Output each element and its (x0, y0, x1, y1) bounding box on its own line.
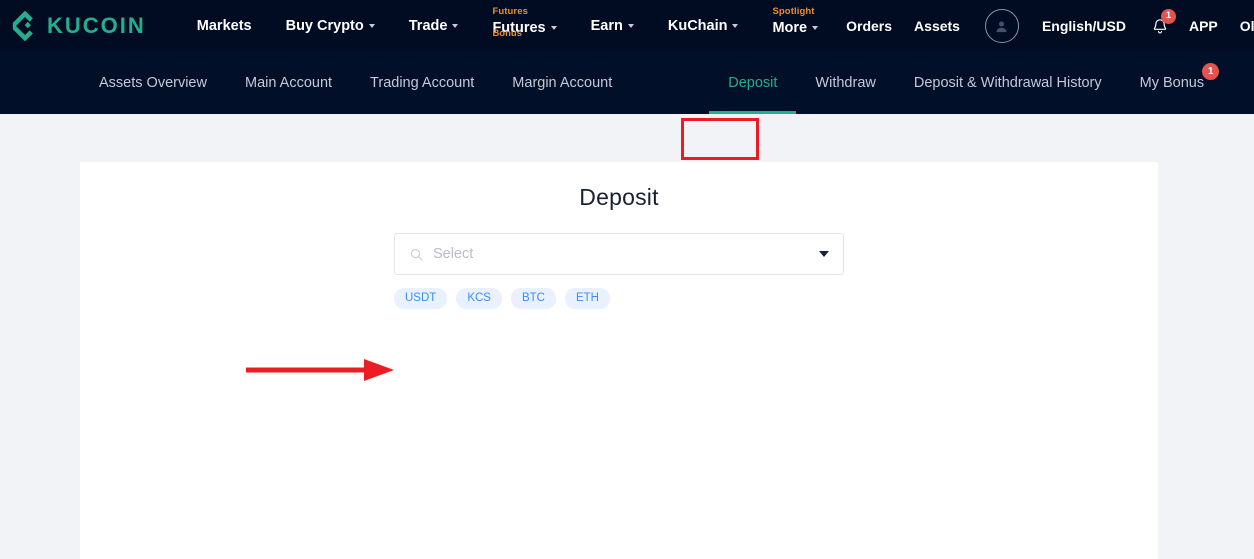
assets-link[interactable]: Assets (903, 18, 971, 34)
notifications-button[interactable]: 1 (1137, 8, 1178, 36)
nav-item-markets[interactable]: Markets (180, 0, 269, 52)
subnav-label: Main Account (244, 75, 333, 91)
chevron-down-icon (732, 24, 739, 28)
kucoin-logo-icon (12, 11, 33, 41)
orders-link[interactable]: Orders (835, 18, 903, 34)
page-body: Deposit Select USDT KCS BTC ETH (0, 114, 1254, 559)
subnav-item-withdraw[interactable]: Withdraw (796, 52, 894, 114)
deposit-card: Deposit Select USDT KCS BTC ETH (80, 162, 1158, 559)
subnav-item-trading-account[interactable]: Trading Account (351, 52, 493, 114)
coin-chip-btc[interactable]: BTC (510, 288, 556, 310)
subnav-item-deposit-withdrawal-history[interactable]: Deposit & Withdrawal History (895, 52, 1121, 114)
subnav-label: Trading Account (370, 75, 475, 91)
nav-label: Earn (590, 18, 623, 34)
user-icon (996, 21, 1007, 32)
chevron-down-icon (368, 24, 375, 28)
main-navigation: Markets Buy Crypto Trade Futures Bonus F… (180, 0, 835, 52)
header-right-group: Orders Assets English/USD 1 APP Old Vers… (835, 8, 1254, 43)
nav-tag-spotlight: Spotlight (772, 6, 815, 17)
nav-label: KuChain (667, 18, 728, 34)
coin-select-wrapper: Select (394, 233, 844, 275)
avatar[interactable] (984, 9, 1019, 43)
subnav-item-my-bonus[interactable]: My Bonus 1 (1121, 52, 1223, 114)
subnav-label: Assets Overview (99, 75, 207, 91)
chevron-down-icon (819, 251, 829, 257)
quick-coin-chips: USDT KCS BTC ETH (394, 288, 610, 310)
subnav-label: Deposit & Withdrawal History (913, 75, 1102, 91)
app-link[interactable]: APP (1178, 18, 1229, 34)
nav-item-more[interactable]: Spotlight More (755, 0, 835, 52)
subnav-label: Deposit (728, 75, 778, 91)
chevron-down-icon (550, 26, 557, 30)
nav-label: Buy Crypto (285, 18, 364, 34)
nav-item-kuchain[interactable]: KuChain (651, 0, 756, 52)
chevron-down-icon (452, 24, 459, 28)
subnav-label: Withdraw (815, 75, 876, 91)
subnav-item-assets-overview[interactable]: Assets Overview (80, 52, 226, 114)
subnav-label: My Bonus (1139, 75, 1205, 91)
nav-tag-futures: Futures (492, 6, 528, 17)
language-currency-selector[interactable]: English/USD (1031, 18, 1137, 34)
subnav-label: Margin Account (512, 75, 613, 91)
nav-item-futures[interactable]: Futures Bonus Futures (475, 0, 573, 52)
nav-item-earn[interactable]: Earn (574, 0, 651, 52)
chevron-down-icon (627, 24, 634, 28)
nav-label: More (772, 20, 808, 36)
chevron-down-icon (812, 26, 819, 30)
coin-select-input[interactable]: Select (394, 233, 844, 275)
coin-chip-usdt[interactable]: USDT (394, 288, 448, 310)
nav-label: Trade (408, 18, 448, 34)
kucoin-logo[interactable]: KUCOIN (10, 11, 146, 41)
top-header: KUCOIN Markets Buy Crypto Trade Futures … (0, 0, 1254, 52)
kucoin-logo-text: KUCOIN (47, 13, 146, 38)
page-title: Deposit (579, 184, 659, 210)
coin-select-placeholder: Select (433, 246, 474, 262)
assets-subnav: Assets Overview Main Account Trading Acc… (0, 52, 1254, 160)
coin-chip-kcs[interactable]: KCS (456, 288, 502, 310)
nav-item-trade[interactable]: Trade (392, 0, 476, 52)
old-version-link[interactable]: Old Version (1229, 18, 1254, 34)
subnav-item-margin-account[interactable]: Margin Account (493, 52, 631, 114)
search-icon (410, 248, 423, 261)
notification-badge: 1 (1160, 8, 1176, 24)
nav-label: Markets (196, 18, 252, 34)
nav-subtag-futures: Bonus (492, 28, 522, 39)
coin-chip-eth[interactable]: ETH (564, 288, 610, 310)
subnav-item-deposit[interactable]: Deposit (709, 52, 797, 114)
nav-item-buy-crypto[interactable]: Buy Crypto (269, 0, 392, 52)
subnav-item-main-account[interactable]: Main Account (226, 52, 351, 114)
my-bonus-badge: 1 (1202, 63, 1220, 80)
